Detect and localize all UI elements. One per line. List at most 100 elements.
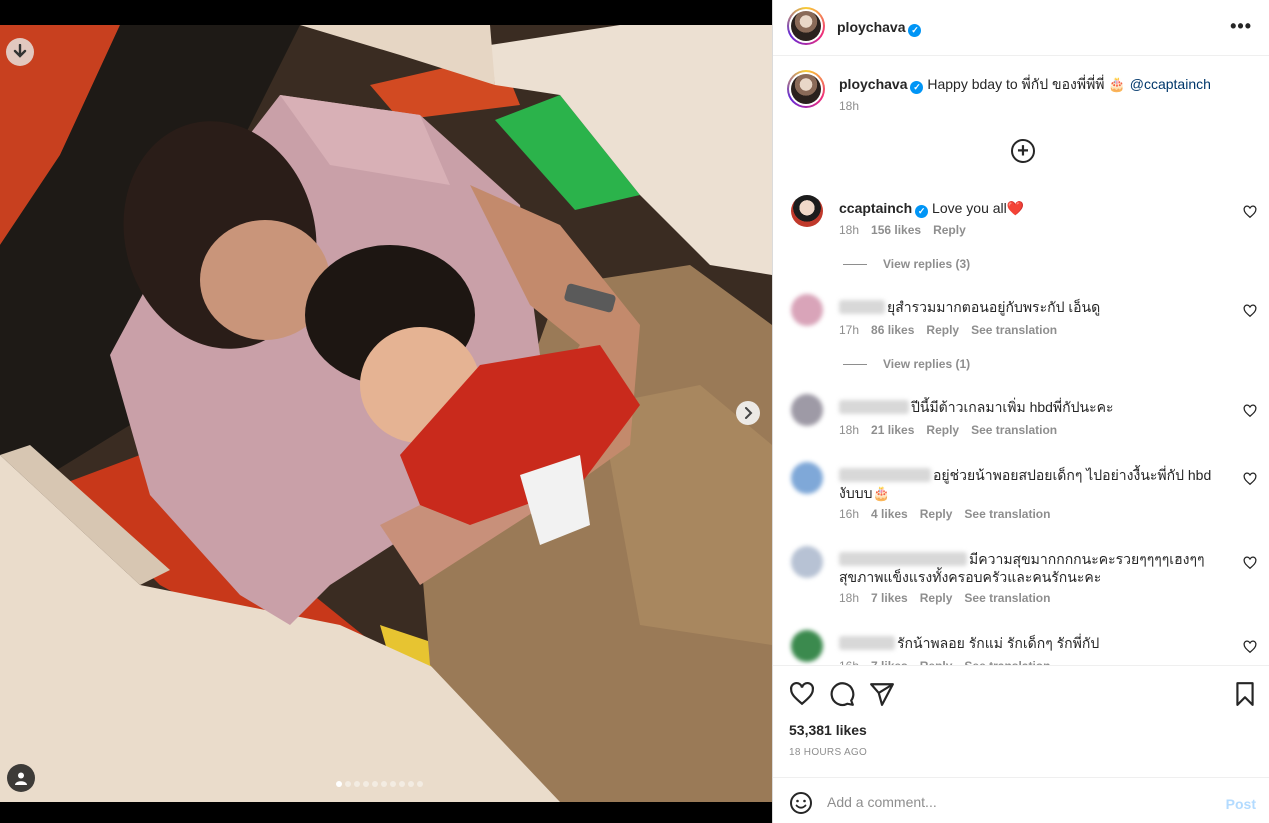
reply-button[interactable]: Reply bbox=[926, 423, 959, 437]
comment-body: Love you all❤️ bbox=[932, 200, 1025, 216]
verified-badge-icon: ✓ bbox=[908, 24, 922, 37]
comment-like-heart-icon[interactable] bbox=[1243, 556, 1257, 570]
comment-username-redacted[interactable] bbox=[839, 636, 895, 650]
comment-text: อยู่ช่วยน้าพอยสปอยเด็กๆ ไปอย่างงื้นะพี่ก… bbox=[839, 466, 1229, 502]
comment-icon[interactable] bbox=[829, 681, 855, 707]
view-replies-label: View replies (1) bbox=[883, 357, 971, 371]
carousel-dot bbox=[372, 781, 378, 787]
comment-like-heart-icon[interactable] bbox=[1243, 205, 1257, 219]
see-translation-button[interactable]: See translation bbox=[971, 323, 1057, 337]
comment-timestamp[interactable]: 18h bbox=[839, 223, 859, 237]
bookmark-icon[interactable] bbox=[1232, 681, 1258, 707]
view-replies-button[interactable]: View replies (1) bbox=[843, 357, 970, 371]
photo-image bbox=[0, 25, 772, 802]
post-actions: 53,381 likes 18 HOURS AGO bbox=[773, 665, 1269, 777]
comment-avatar[interactable] bbox=[791, 195, 823, 227]
instagram-post-view: ploychava ✓ ••• ploychava ✓ Happy bday to … bbox=[0, 0, 1269, 823]
comment-username-redacted[interactable] bbox=[839, 468, 931, 482]
comment-meta: 17h 86 likes Reply See translation bbox=[839, 323, 1057, 337]
comment-likes[interactable]: 4 likes bbox=[871, 507, 908, 521]
reply-button[interactable]: Reply bbox=[920, 591, 953, 605]
view-replies-label: View replies (3) bbox=[883, 257, 971, 271]
comment-timestamp[interactable]: 18h bbox=[839, 591, 859, 605]
comment-timestamp[interactable]: 16h bbox=[839, 507, 859, 521]
comment-avatar[interactable] bbox=[791, 546, 823, 578]
replies-divider bbox=[843, 263, 867, 265]
comment-username[interactable]: ccaptainch bbox=[839, 200, 912, 216]
caption-body: Happy bday to พี่กัป ของพี่พี่พี่ 🎂 bbox=[927, 76, 1126, 92]
carousel-dot bbox=[336, 781, 342, 787]
comment-like-heart-icon[interactable] bbox=[1243, 472, 1257, 486]
comment-avatar[interactable] bbox=[791, 630, 823, 662]
chevron-right-icon bbox=[745, 407, 753, 419]
comment-username-redacted[interactable] bbox=[839, 552, 967, 566]
comment-text: ccaptainch ✓ Love you all❤️ bbox=[839, 199, 1229, 218]
comment-likes[interactable]: 21 likes bbox=[871, 423, 914, 437]
comment-like-heart-icon[interactable] bbox=[1243, 640, 1257, 654]
comment-avatar[interactable] bbox=[791, 394, 823, 426]
comment-username-redacted[interactable] bbox=[839, 400, 909, 414]
post-photo[interactable] bbox=[0, 25, 772, 802]
comment-meta: 18h 21 likes Reply See translation bbox=[839, 423, 1057, 437]
post-header: ploychava ✓ ••• bbox=[773, 0, 1269, 56]
comment-like-heart-icon[interactable] bbox=[1243, 304, 1257, 318]
caption-timestamp[interactable]: 18h bbox=[839, 99, 859, 113]
comment-meta: 18h 156 likes Reply bbox=[839, 223, 966, 237]
caption-author-avatar[interactable] bbox=[787, 70, 825, 108]
comment-avatar[interactable] bbox=[791, 462, 823, 494]
comments-list: ccaptainch ✓ Love you all❤️ 18h 156 likes Re… bbox=[773, 180, 1269, 665]
emoji-icon[interactable] bbox=[789, 791, 813, 815]
comment-avatar[interactable] bbox=[791, 294, 823, 326]
comment-like-heart-icon[interactable] bbox=[1243, 404, 1257, 418]
author-username[interactable]: ploychava ✓ bbox=[837, 19, 922, 37]
load-more-comments-button[interactable]: + bbox=[1011, 139, 1035, 163]
see-translation-button[interactable]: See translation bbox=[964, 591, 1050, 605]
next-photo-button[interactable] bbox=[736, 401, 760, 425]
view-replies-button[interactable]: View replies (3) bbox=[843, 257, 970, 271]
see-translation-button[interactable]: See translation bbox=[964, 507, 1050, 521]
caption-username-text[interactable]: ploychava bbox=[839, 76, 907, 92]
comment-timestamp[interactable]: 17h bbox=[839, 323, 859, 337]
post-details-panel: ploychava ✓ ••• ploychava ✓ Happy bday to … bbox=[772, 0, 1269, 823]
carousel-dot bbox=[354, 781, 360, 787]
post-timestamp[interactable]: 18 HOURS AGO bbox=[789, 747, 867, 758]
carousel-dot bbox=[417, 781, 423, 787]
heart-icon[interactable] bbox=[789, 681, 815, 707]
carousel-dot bbox=[408, 781, 414, 787]
reply-button[interactable]: Reply bbox=[933, 223, 966, 237]
see-translation-button[interactable]: See translation bbox=[971, 423, 1057, 437]
author-avatar[interactable] bbox=[787, 7, 825, 45]
comment-input[interactable] bbox=[827, 790, 1207, 814]
comment-likes[interactable]: 86 likes bbox=[871, 323, 914, 337]
comment-body: ยุสำรวมมากตอนอยู่กับพระกัป เอ็นดู bbox=[887, 299, 1101, 315]
verified-badge-icon: ✓ bbox=[910, 81, 924, 94]
caption-mention-link[interactable]: @ccaptainch bbox=[1130, 76, 1211, 92]
comment-likes[interactable]: 156 likes bbox=[871, 223, 921, 237]
plus-circle-icon: + bbox=[1017, 140, 1029, 162]
comment-username-redacted[interactable] bbox=[839, 300, 885, 314]
comment-text: ยุสำรวมมากตอนอยู่กับพระกัป เอ็นดู bbox=[839, 298, 1229, 316]
carousel-dot bbox=[345, 781, 351, 787]
more-options-button[interactable]: ••• bbox=[1230, 16, 1252, 37]
reply-button[interactable]: Reply bbox=[926, 323, 959, 337]
tagged-users-button[interactable] bbox=[7, 764, 35, 792]
comment-likes[interactable]: 7 likes bbox=[871, 591, 908, 605]
reply-button[interactable]: Reply bbox=[920, 507, 953, 521]
caption-username[interactable]: ploychava ✓ bbox=[839, 76, 924, 94]
download-icon bbox=[13, 44, 27, 58]
carousel-dot bbox=[363, 781, 369, 787]
comment-meta: 16h 4 likes Reply See translation bbox=[839, 507, 1050, 521]
likes-count[interactable]: 53,381 likes bbox=[789, 722, 867, 738]
carousel-dot bbox=[399, 781, 405, 787]
carousel-dot bbox=[390, 781, 396, 787]
comment-meta: 18h 7 likes Reply See translation bbox=[839, 591, 1050, 605]
replies-divider bbox=[843, 363, 867, 365]
download-button[interactable] bbox=[6, 38, 34, 66]
post-comment-button[interactable]: Post bbox=[1226, 796, 1256, 812]
caption-text: ploychava ✓ Happy bday to พี่กัป ของพี่พี… bbox=[839, 75, 1259, 94]
comment-timestamp[interactable]: 18h bbox=[839, 423, 859, 437]
author-username-text[interactable]: ploychava bbox=[837, 19, 905, 35]
comment-body: รักน้าพลอย รักแม่ รักเด็กๆ รักพี่กัป bbox=[897, 635, 1100, 651]
share-icon[interactable] bbox=[869, 681, 895, 707]
comment-text: มีความสุขมากกกกนะคะรวยๆๆๆๆเฮงๆๆ สุขภาพแข… bbox=[839, 550, 1229, 586]
